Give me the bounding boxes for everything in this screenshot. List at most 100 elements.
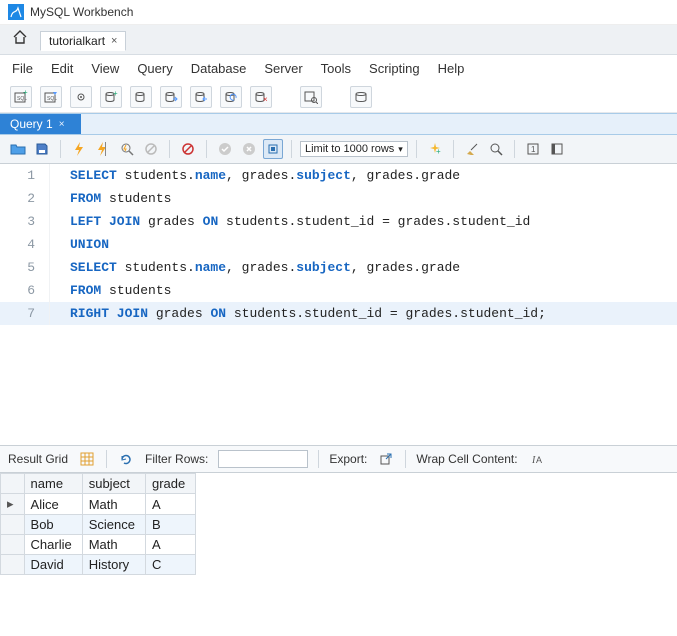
cell[interactable]: Charlie bbox=[24, 535, 82, 555]
svg-text:A: A bbox=[536, 455, 542, 465]
commit-icon[interactable] bbox=[215, 139, 235, 159]
app-logo-icon bbox=[8, 4, 24, 20]
table-row[interactable]: ▸ Alice Math A bbox=[1, 494, 196, 515]
db-refresh-icon[interactable] bbox=[220, 86, 242, 108]
menu-tools[interactable]: Tools bbox=[321, 61, 351, 76]
menu-database[interactable]: Database bbox=[191, 61, 247, 76]
menu-edit[interactable]: Edit bbox=[51, 61, 73, 76]
inspector-icon[interactable] bbox=[70, 86, 92, 108]
cell[interactable]: David bbox=[24, 555, 82, 575]
db-out-icon[interactable] bbox=[190, 86, 212, 108]
home-icon[interactable] bbox=[6, 27, 34, 52]
cell[interactable]: Science bbox=[82, 515, 145, 535]
cell[interactable]: A bbox=[145, 535, 195, 555]
menu-file[interactable]: File bbox=[12, 61, 33, 76]
menubar: File Edit View Query Database Server Too… bbox=[0, 55, 677, 82]
snippet-icon[interactable]: 1 bbox=[523, 139, 543, 159]
query-toolbar: Limit to 1000 rows ▾ + 1 bbox=[0, 135, 677, 164]
svg-text:×: × bbox=[263, 95, 268, 104]
window-title: MySQL Workbench bbox=[30, 5, 133, 19]
line-number: 1 bbox=[0, 164, 50, 187]
cell[interactable]: A bbox=[145, 494, 195, 515]
svg-text:1: 1 bbox=[531, 145, 536, 154]
line-number: 2 bbox=[0, 187, 50, 210]
cell[interactable]: Alice bbox=[24, 494, 82, 515]
svg-text:SQL: SQL bbox=[47, 96, 57, 102]
new-sql-tab-icon[interactable]: SQL+ bbox=[10, 86, 32, 108]
export-label: Export: bbox=[329, 452, 367, 466]
wrap-icon[interactable]: IA bbox=[528, 450, 546, 468]
query-tab[interactable]: Query 1 × bbox=[0, 114, 81, 134]
svg-text:+: + bbox=[113, 90, 118, 98]
close-icon[interactable]: × bbox=[59, 119, 65, 130]
export-icon[interactable] bbox=[377, 450, 395, 468]
cell[interactable]: B bbox=[145, 515, 195, 535]
db-sql-icon[interactable] bbox=[130, 86, 152, 108]
menu-view[interactable]: View bbox=[91, 61, 119, 76]
connection-tab[interactable]: tutorialkart × bbox=[40, 31, 126, 51]
svg-text:+: + bbox=[23, 90, 28, 97]
column-header-subject[interactable]: subject bbox=[82, 474, 145, 494]
db-add-icon[interactable]: + bbox=[100, 86, 122, 108]
cell[interactable]: Math bbox=[82, 494, 145, 515]
open-sql-icon[interactable]: SQL bbox=[40, 86, 62, 108]
limit-rows-dropdown[interactable]: Limit to 1000 rows ▾ bbox=[300, 141, 408, 157]
cell[interactable]: Bob bbox=[24, 515, 82, 535]
cell[interactable]: Math bbox=[82, 535, 145, 555]
close-icon[interactable]: × bbox=[111, 35, 117, 47]
search-table-icon[interactable] bbox=[300, 86, 322, 108]
open-file-icon[interactable] bbox=[8, 139, 28, 159]
menu-server[interactable]: Server bbox=[264, 61, 302, 76]
filter-rows-input[interactable] bbox=[218, 450, 308, 468]
caret-down-icon: ▾ bbox=[398, 144, 403, 155]
result-grid[interactable]: name subject grade ▸ Alice Math A Bob Sc… bbox=[0, 473, 196, 575]
connection-tabstrip: tutorialkart × bbox=[0, 25, 677, 55]
sql-editor[interactable]: 1SELECT students.name, grades.subject, g… bbox=[0, 164, 677, 325]
explain-icon[interactable] bbox=[117, 139, 137, 159]
rollback-icon[interactable] bbox=[239, 139, 259, 159]
svg-text:+: + bbox=[436, 147, 441, 156]
stop-icon[interactable] bbox=[141, 139, 161, 159]
connection-tab-label: tutorialkart bbox=[49, 34, 105, 48]
row-indicator-icon: ▸ bbox=[1, 494, 25, 515]
main-toolbar: SQL+ SQL + × bbox=[0, 82, 677, 113]
row-selector-header bbox=[1, 474, 25, 494]
autocommit-icon[interactable] bbox=[263, 139, 283, 159]
grid-view-icon[interactable] bbox=[78, 450, 96, 468]
db-delete-icon[interactable]: × bbox=[250, 86, 272, 108]
table-row[interactable]: Bob Science B bbox=[1, 515, 196, 535]
refresh-icon[interactable] bbox=[117, 450, 135, 468]
column-header-grade[interactable]: grade bbox=[145, 474, 195, 494]
db-manage-icon[interactable] bbox=[350, 86, 372, 108]
titlebar: MySQL Workbench bbox=[0, 0, 677, 25]
panel-toggle-icon[interactable] bbox=[547, 139, 567, 159]
table-row[interactable]: David History C bbox=[1, 555, 196, 575]
query-tab-label: Query 1 bbox=[10, 117, 53, 131]
wrap-label: Wrap Cell Content: bbox=[416, 452, 517, 466]
line-number: 6 bbox=[0, 279, 50, 302]
results-toolbar: Result Grid Filter Rows: Export: Wrap Ce… bbox=[0, 445, 677, 473]
menu-scripting[interactable]: Scripting bbox=[369, 61, 420, 76]
line-number: 3 bbox=[0, 210, 50, 233]
save-icon[interactable] bbox=[32, 139, 52, 159]
find-icon[interactable] bbox=[486, 139, 506, 159]
line-number: 4 bbox=[0, 233, 50, 256]
column-header-name[interactable]: name bbox=[24, 474, 82, 494]
execute-icon[interactable] bbox=[69, 139, 89, 159]
db-in-icon[interactable] bbox=[160, 86, 182, 108]
result-grid-label[interactable]: Result Grid bbox=[8, 452, 68, 466]
cell[interactable]: History bbox=[82, 555, 145, 575]
table-row[interactable]: Charlie Math A bbox=[1, 535, 196, 555]
query-tabstrip: Query 1 × bbox=[0, 113, 677, 135]
menu-help[interactable]: Help bbox=[438, 61, 465, 76]
menu-query[interactable]: Query bbox=[137, 61, 172, 76]
brush-icon[interactable] bbox=[462, 139, 482, 159]
line-number: 5 bbox=[0, 256, 50, 279]
execute-current-icon[interactable] bbox=[93, 139, 113, 159]
limit-label: Limit to 1000 rows bbox=[305, 143, 394, 155]
kill-icon[interactable] bbox=[178, 139, 198, 159]
filter-label: Filter Rows: bbox=[145, 452, 208, 466]
cell[interactable]: C bbox=[145, 555, 195, 575]
beautify-icon[interactable]: + bbox=[425, 139, 445, 159]
line-number: 7 bbox=[0, 302, 50, 325]
